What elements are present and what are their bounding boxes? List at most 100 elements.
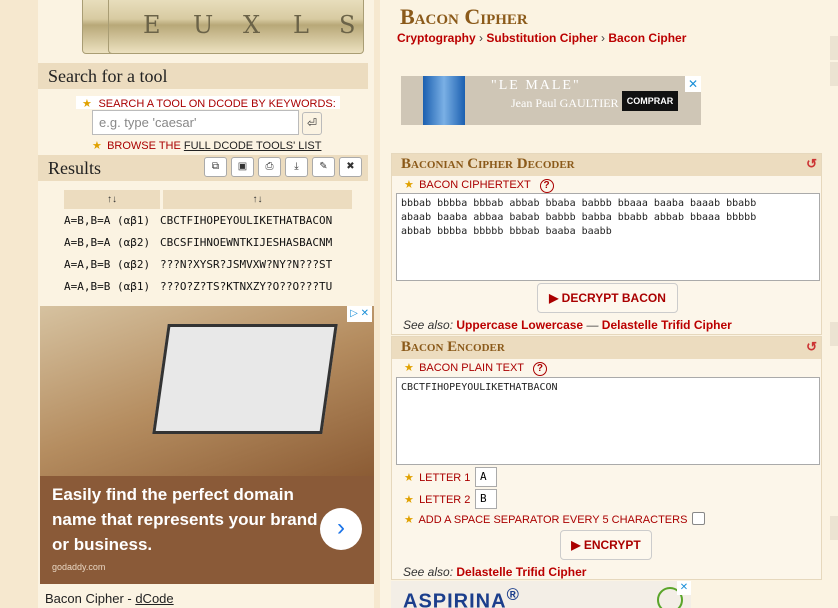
decrypt-button[interactable]: ▶ DECRYPT BACON xyxy=(537,283,678,313)
sort-column-key[interactable]: ↑↓ xyxy=(64,190,160,209)
ad-banner-bottom[interactable]: ASPIRINA® ✕ xyxy=(391,581,691,608)
laptop-image xyxy=(152,324,338,434)
ad-sub: Jean Paul GAULTIER xyxy=(511,96,619,110)
table-row[interactable]: A=A,B=B (αβ2) ???N?XYSR?JSMVXW?NY?N???ST xyxy=(64,254,354,276)
star-icon: ★ xyxy=(404,362,414,374)
logo-letter: E xyxy=(143,11,161,39)
letter1-row: ★ LETTER 1 xyxy=(404,471,470,484)
logo-ring: E U X L S xyxy=(108,0,364,54)
logo-letter: L xyxy=(293,11,309,39)
browse-tools-link[interactable]: FULL DCODE TOOLS' LIST xyxy=(184,140,322,152)
ciphertext-textarea[interactable]: bbbab bbbba bbbab abbab bbaba babbb bbaa… xyxy=(396,193,820,281)
link-uppercase-lowercase[interactable]: Uppercase Lowercase xyxy=(456,318,583,332)
refresh-icon[interactable]: ↺ xyxy=(806,156,817,172)
result-key: A=A,B=B (αβ1) xyxy=(64,280,151,293)
side-tab[interactable] xyxy=(830,62,838,86)
letter2-input[interactable]: B xyxy=(475,489,497,509)
encoder-title-text: Bacon Encoder xyxy=(401,339,505,355)
browse-tools-row: ★ BROWSE THE FULL DCODE TOOLS' LIST xyxy=(92,140,321,153)
perfume-bottle-image xyxy=(423,76,465,125)
ad-brand-text: ASPIRINA xyxy=(403,590,507,608)
ad-banner-left[interactable]: Easily find the perfect domain name that… xyxy=(40,306,374,584)
decoder-panel: Baconian Cipher Decoder ↺ ★ BACON CIPHER… xyxy=(391,153,822,335)
sort-column-value[interactable]: ↑↓ xyxy=(163,190,352,209)
plaintext-textarea[interactable]: CBCTFIHOPEYOULIKETHATBACON xyxy=(396,377,820,465)
see-also-label: See also: xyxy=(403,318,457,332)
ad-buy-button[interactable]: COMPRAR xyxy=(622,91,678,111)
star-icon: ★ xyxy=(404,514,414,526)
letter1-label: LETTER 1 xyxy=(419,472,471,484)
search-label: SEARCH A TOOL ON DCODE BY KEYWORDS: xyxy=(98,98,336,110)
search-section-title: Search for a tool xyxy=(38,63,368,89)
see-also-label: See also: xyxy=(403,565,457,579)
separator-label: ADD A SPACE SEPARATOR EVERY 5 CHARACTERS xyxy=(418,514,688,526)
logo-letter: S xyxy=(339,11,356,39)
separator-checkbox[interactable] xyxy=(692,512,705,525)
see-also-separator: — xyxy=(583,318,602,332)
ad-close-icon[interactable]: ✕ xyxy=(685,76,701,92)
refresh-icon[interactable]: ↺ xyxy=(806,339,817,355)
table-row[interactable]: A=B,B=A (αβ2) CBCSFIHNOEWNTKIJESHASBACNM xyxy=(64,232,354,254)
close-icon[interactable]: ✖ xyxy=(339,157,362,177)
ad-arrow-button[interactable]: › xyxy=(320,508,362,550)
footer-credit: Bacon Cipher - dCode xyxy=(45,591,174,606)
side-tab[interactable] xyxy=(830,322,838,346)
print-icon[interactable]: ⎙ xyxy=(258,157,281,177)
result-key: A=A,B=B (αβ2) xyxy=(64,258,151,271)
help-icon[interactable]: ? xyxy=(539,179,554,193)
link-delastelle-trifid[interactable]: Delastelle Trifid Cipher xyxy=(456,565,586,579)
copy-all-icon[interactable]: ▣ xyxy=(231,157,254,177)
result-key: A=B,B=A (αβ2) xyxy=(64,236,151,249)
breadcrumb-separator: › xyxy=(479,31,484,45)
dcode-link[interactable]: dCode xyxy=(135,591,173,606)
letter1-input[interactable]: A xyxy=(475,467,497,487)
breadcrumb-bacon[interactable]: Bacon Cipher xyxy=(608,31,686,45)
ciphertext-label-row: ★ BACON CIPHERTEXT ? xyxy=(404,178,554,193)
letter2-row: ★ LETTER 2 xyxy=(404,493,470,506)
search-input[interactable]: e.g. type 'caesar' xyxy=(92,110,299,135)
encoder-panel: Bacon Encoder ↺ ★ BACON PLAIN TEXT ? CBC… xyxy=(391,336,822,580)
ad-headline: Easily find the perfect domain name that… xyxy=(52,485,318,554)
download-icon[interactable]: ⤓ xyxy=(285,157,308,177)
ad-brand: ASPIRINA® xyxy=(403,585,520,608)
logo-letter: X xyxy=(243,11,261,39)
breadcrumb-separator: › xyxy=(601,31,606,45)
dcode-logo[interactable]: E U X L S xyxy=(38,0,374,62)
table-row[interactable]: A=B,B=A (αβ1) CBCTFIHOPEYOULIKETHATBACON xyxy=(64,210,354,232)
ad-close-icon[interactable]: ✕ xyxy=(677,581,691,595)
decoder-title-text: Baconian Cipher Decoder xyxy=(401,156,575,172)
result-value: ???O?Z?TS?KTNXZY?O??O???TU xyxy=(160,280,333,293)
search-label-row: ★ SEARCH A TOOL ON DCODE BY KEYWORDS: xyxy=(76,96,340,110)
see-also-decoder: See also: Uppercase Lowercase — Delastel… xyxy=(403,318,732,332)
ciphertext-label: BACON CIPHERTEXT xyxy=(419,179,531,191)
side-tab[interactable] xyxy=(830,36,838,60)
star-icon: ★ xyxy=(404,472,414,484)
letter2-label: LETTER 2 xyxy=(419,494,471,506)
logo-letter: U xyxy=(193,11,214,39)
side-tab[interactable] xyxy=(830,516,838,540)
plaintext-label: BACON PLAIN TEXT xyxy=(419,362,524,374)
decoder-title: Baconian Cipher Decoder ↺ xyxy=(392,154,821,176)
encrypt-button[interactable]: ▶ ENCRYPT xyxy=(560,530,652,560)
star-icon: ★ xyxy=(404,494,414,506)
adchoices-icon[interactable]: ▷ ✕ xyxy=(347,306,372,322)
ad-domain: godaddy.com xyxy=(52,562,106,572)
star-icon: ★ xyxy=(92,140,102,152)
breadcrumb-substitution[interactable]: Substitution Cipher xyxy=(486,31,597,45)
help-icon[interactable]: ? xyxy=(532,362,547,376)
copy-icon[interactable]: ⧉ xyxy=(204,157,227,177)
table-row[interactable]: A=A,B=B (αβ1) ???O?Z?TS?KTNXZY?O??O???TU xyxy=(64,276,354,298)
result-value: CBCTFIHOPEYOULIKETHATBACON xyxy=(160,214,333,227)
pin-icon[interactable]: ✎ xyxy=(312,157,335,177)
ad-brand-mark: ® xyxy=(506,585,520,604)
breadcrumb: Cryptography › Substitution Cipher › Bac… xyxy=(397,31,686,45)
breadcrumb-cryptography[interactable]: Cryptography xyxy=(397,31,476,45)
star-icon: ★ xyxy=(404,179,414,191)
ad-brand: "LE MALE" xyxy=(491,78,581,93)
results-toolbar: ⧉ ▣ ⎙ ⤓ ✎ ✖ xyxy=(204,157,362,177)
link-delastelle-trifid[interactable]: Delastelle Trifid Cipher xyxy=(602,318,732,332)
ad-banner-top[interactable]: "LE MALE" Jean Paul GAULTIER COMPRAR ✕ xyxy=(401,76,701,125)
browse-prefix: BROWSE THE xyxy=(107,140,184,152)
search-submit-button[interactable]: ⏎ xyxy=(302,112,322,135)
footer-prefix: Bacon Cipher - xyxy=(45,591,136,606)
